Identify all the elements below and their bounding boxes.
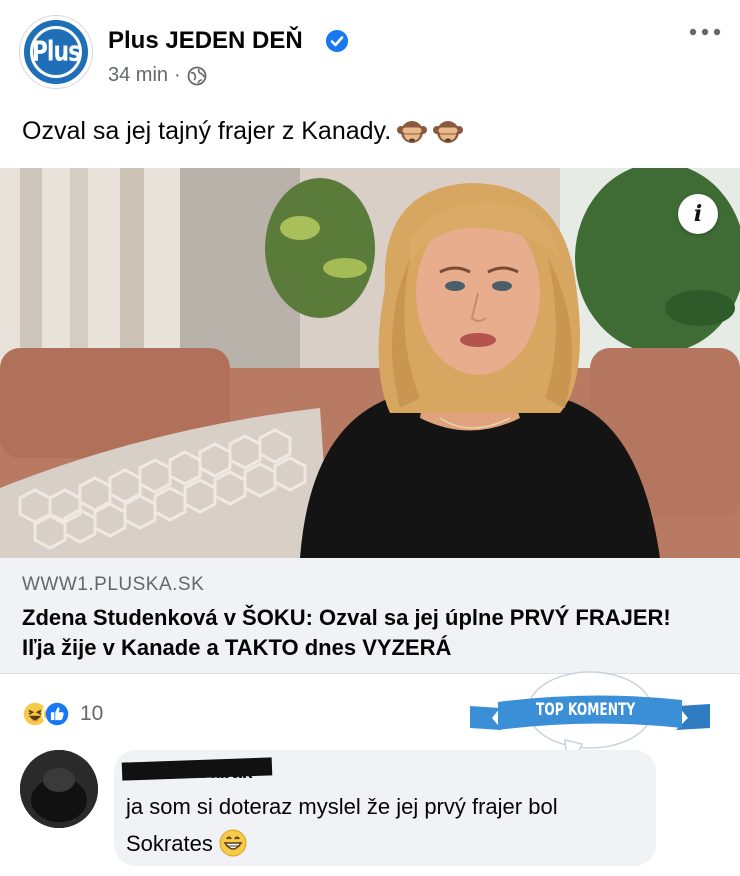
page-name[interactable]: Plus JEDEN DEŇ <box>108 27 303 55</box>
comment-text: ja som si doteraz myslel že jej prvý fra… <box>126 788 646 862</box>
meta-separator: · <box>174 64 181 86</box>
reaction-count: 10 <box>80 702 104 725</box>
verified-badge-icon <box>326 30 348 52</box>
like-reaction-icon <box>42 699 72 729</box>
link-preview-image[interactable] <box>0 168 740 558</box>
caption-text: Ozval sa jej tajný frajer z Kanady. <box>22 116 392 145</box>
link-preview-meta[interactable]: WWW1.PLUSKA.SK Zdena Studenková v ŠOKU: … <box>0 558 740 674</box>
post-time[interactable]: 34 min <box>108 64 168 87</box>
info-icon[interactable]: i <box>678 194 718 234</box>
commenter-avatar[interactable] <box>20 750 98 828</box>
top-comments-label: TOP KOMENTY <box>536 700 636 720</box>
reaction-summary[interactable]: 10 <box>20 699 103 729</box>
post-meta: 34 min · <box>108 64 207 87</box>
avatar-photo <box>20 750 98 828</box>
link-title: Zdena Studenková v ŠOKU: Ozval sa jej úp… <box>22 605 671 660</box>
link-domain: WWW1.PLUSKA.SK <box>22 574 205 595</box>
logo-ring: Plus <box>30 26 82 78</box>
post-caption: Ozval sa jej tajný frajer z Kanady. <box>22 116 464 146</box>
globe-icon <box>187 66 207 85</box>
see-no-evil-monkey-icon <box>397 121 428 143</box>
post-header: Plus Plus JEDEN DEŇ 34 min · <box>0 0 740 100</box>
preview-photo <box>0 168 740 558</box>
comment-body: ja som si doteraz myslel že jej prvý fra… <box>126 794 558 856</box>
page-avatar-logo[interactable]: Plus <box>20 16 92 88</box>
logo-text: Plus <box>31 36 81 68</box>
grinning-face-icon <box>219 829 247 857</box>
comment-bubble: Marián Sabak ja som si doteraz myslel že… <box>114 750 656 866</box>
more-options-icon[interactable] <box>688 22 722 42</box>
see-no-evil-monkey-icon <box>433 121 464 143</box>
